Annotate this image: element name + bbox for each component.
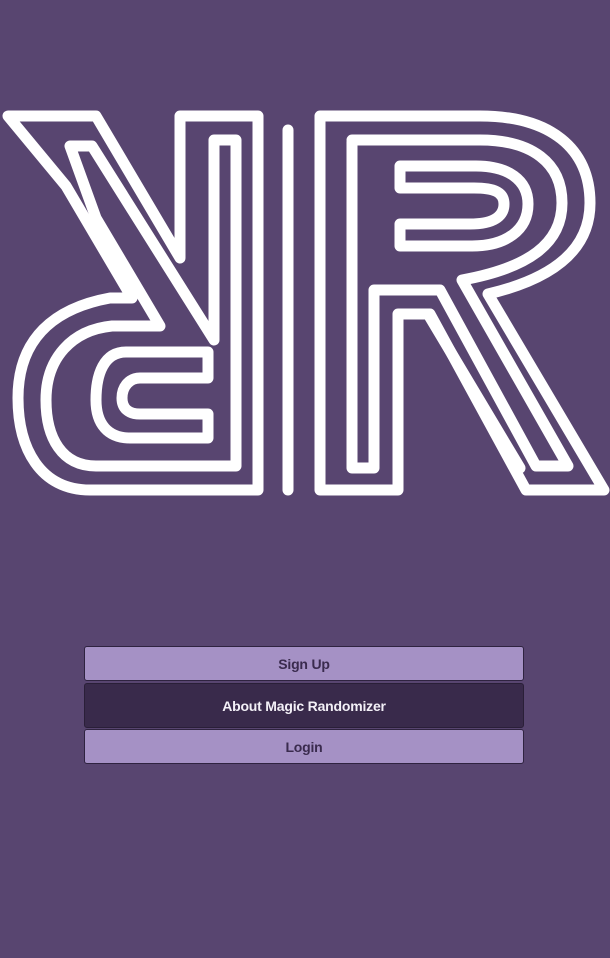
- sign-up-button[interactable]: Sign Up: [84, 646, 524, 681]
- rr-logo-icon: [0, 108, 610, 500]
- landing-screen: Sign Up About Magic Randomizer Login: [0, 0, 610, 958]
- login-button[interactable]: Login: [84, 729, 524, 764]
- about-magic-randomizer-button[interactable]: About Magic Randomizer: [84, 683, 524, 728]
